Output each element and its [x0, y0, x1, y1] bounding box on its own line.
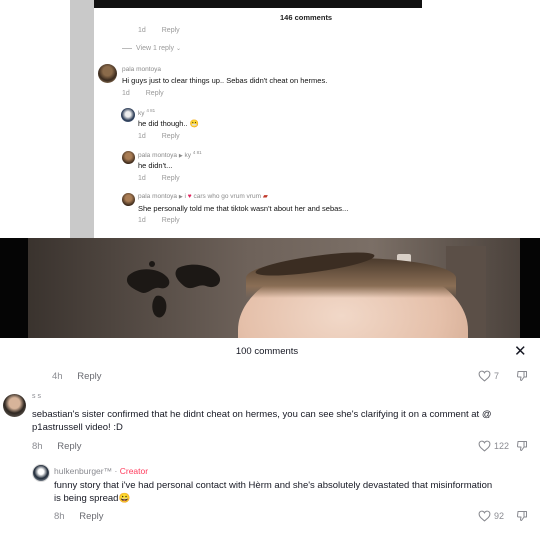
comment-meta: 4h Reply — [52, 371, 102, 382]
reply-button[interactable]: Reply — [146, 90, 164, 97]
video-edge — [94, 0, 422, 8]
race-car-icon: ▰ — [262, 193, 268, 200]
like-button[interactable]: 122 — [478, 440, 509, 452]
heart-emoji-icon: ♥ — [187, 193, 192, 200]
divider-line — [122, 47, 132, 49]
comment-meta: 1d Reply — [138, 27, 180, 34]
comment-text: Hi guys just to clear things up.. Sebas … — [122, 76, 328, 85]
reply-arrow-icon: ▶ — [178, 153, 183, 160]
chevron-down-icon: ⌄ — [175, 46, 181, 52]
dislike-icon[interactable] — [516, 440, 528, 452]
reply-button[interactable]: Reply — [162, 133, 180, 140]
comment-meta: 1d Reply — [138, 175, 180, 182]
comment-username[interactable]: hulkenburger™ · Creator — [54, 466, 148, 476]
video-frame[interactable] — [0, 238, 540, 338]
comment-meta: 1d Reply — [138, 133, 180, 140]
grimace-emoji: 😬 — [189, 119, 200, 128]
heart-outline-icon — [478, 370, 491, 382]
comment-username[interactable]: s s — [32, 393, 41, 400]
like-count: 92 — [494, 511, 505, 521]
comment-username[interactable]: pala montoya ▶ i ♥ cars who go vrum vrum… — [138, 192, 268, 200]
avatar[interactable] — [32, 464, 50, 482]
comment-age: 1d — [138, 27, 146, 34]
comment-username[interactable]: pala montoya ▶ ky 4 81 — [138, 150, 202, 159]
comment-username[interactable]: pala montoya — [122, 66, 161, 73]
reply-arrow-icon: ▶ — [178, 194, 183, 200]
avatar[interactable] — [122, 193, 135, 206]
reply-button[interactable]: Reply — [162, 175, 180, 182]
comment-username[interactable]: ky 4 81 — [138, 108, 155, 117]
comment-meta: 8h Reply — [54, 511, 104, 522]
heart-outline-icon — [478, 440, 491, 452]
comment-meta: 1d Reply — [122, 90, 164, 97]
world-map-decal — [126, 261, 221, 318]
avatar[interactable] — [3, 394, 26, 417]
dislike-icon[interactable] — [516, 370, 528, 382]
comments-count: 146 comments — [280, 13, 333, 22]
like-button[interactable]: 7 — [478, 370, 499, 382]
comment-text: She personally told me that tiktok wasn'… — [138, 204, 349, 213]
top-screenshot: 146 comments 1d Reply View 1 reply ⌄ pal… — [0, 0, 540, 238]
close-icon[interactable]: ✕ — [514, 342, 527, 360]
view-replies-button[interactable]: View 1 reply ⌄ — [122, 45, 181, 52]
comments-count: 100 comments — [235, 346, 299, 357]
reply-button[interactable]: Reply — [77, 371, 101, 382]
comment-text: funny story that i've had personal conta… — [54, 480, 493, 504]
grin-emoji: 😀 — [118, 493, 131, 504]
reply-button[interactable]: Reply — [57, 441, 81, 452]
avatar[interactable] — [98, 64, 117, 83]
like-count: 7 — [494, 371, 500, 381]
creator-badge: Creator — [119, 466, 149, 476]
heart-outline-icon — [478, 510, 491, 522]
comment-text: sebastian's sister confirmed that he did… — [32, 409, 492, 433]
reply-button[interactable]: Reply — [162, 217, 180, 224]
side-panel — [70, 0, 94, 238]
like-count: 122 — [494, 441, 510, 451]
comment-meta: 1d Reply — [138, 217, 180, 224]
reply-button[interactable]: Reply — [162, 27, 180, 34]
comment-text: he did though.. 😬 — [138, 119, 200, 128]
reply-button[interactable]: Reply — [79, 511, 103, 522]
avatar[interactable] — [121, 108, 135, 122]
like-button[interactable]: 92 — [478, 510, 504, 522]
dislike-icon[interactable] — [516, 510, 528, 522]
comment-text: he didn't... — [138, 161, 173, 170]
avatar[interactable] — [122, 151, 135, 164]
comments-panel: 100 comments ✕ 4h Reply 7 s s sebastian'… — [0, 338, 540, 540]
comment-meta: 8h Reply — [32, 441, 82, 452]
